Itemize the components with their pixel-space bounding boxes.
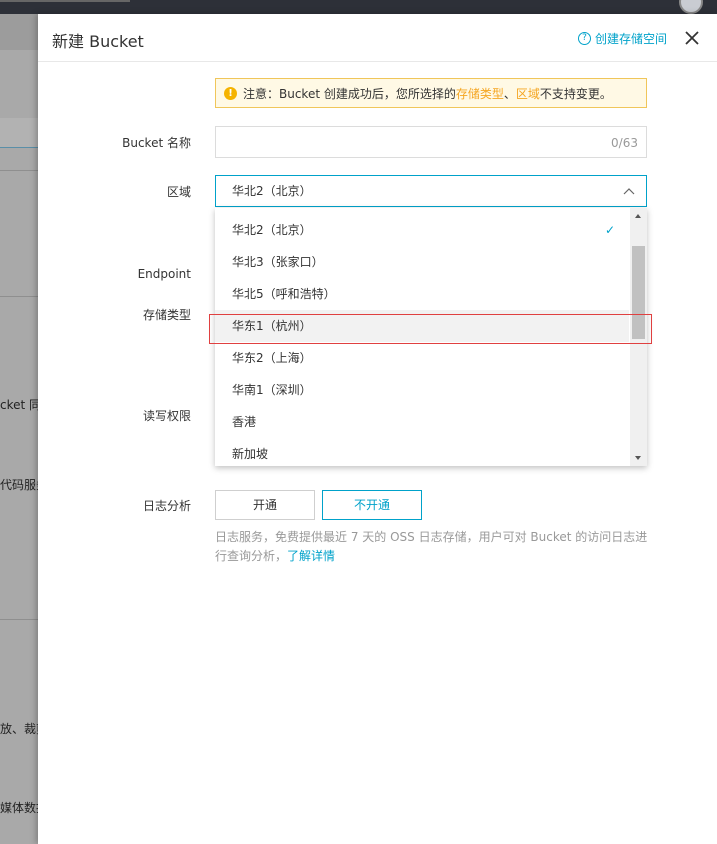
log-disable-button[interactable]: 不开通 [322,490,422,520]
region-dropdown: 华北2（北京） ✓ 华北3（张家口） 华北5（呼和浩特） 华东1（杭州） 华东2… [215,208,647,466]
region-option[interactable]: 华北2（北京） ✓ [215,214,629,246]
top-navigation-bar [0,0,717,14]
create-bucket-panel: 新建 Bucket ? 创建存储空间 ! 注意：Bucket 创建成功后，您所选… [38,14,717,844]
dropdown-scrollbar[interactable] [630,208,647,466]
loading-indicator [0,0,130,2]
region-select[interactable]: 华北2（北京） [215,175,647,207]
region-option[interactable]: 华南1（深圳） [215,374,629,406]
log-description: 日志服务，免费提供最近 7 天的 OSS 日志存储，用户可对 Bucket 的访… [215,530,648,563]
log-enable-button[interactable]: 开通 [215,490,315,520]
learn-more-link[interactable]: 了解详情 [287,549,335,563]
endpoint-label: Endpoint [137,267,191,281]
bucket-name-input[interactable]: 0/63 [215,126,647,158]
region-option[interactable]: 华北5（呼和浩特） [215,278,629,310]
region-option[interactable]: 香港 [215,406,629,438]
background-band [0,14,38,50]
log-analysis-label: 日志分析 [142,499,191,513]
divider [0,619,38,620]
divider [0,296,38,297]
check-icon: ✓ [604,223,615,237]
scroll-up-icon[interactable] [635,214,641,218]
panel-header: 新建 Bucket ? 创建存储空间 [38,14,717,62]
region-option[interactable]: 新加坡 [215,438,629,466]
background-text: 放、裁剪 [0,722,38,736]
scroll-thumb[interactable] [632,246,645,339]
region-option[interactable]: 华东2（上海） [215,342,629,374]
region-option-hovered[interactable]: 华东1（杭州） [215,310,629,342]
help-link-label: 创建存储空间 [595,32,668,46]
background-text: 媒体数据 [0,801,38,815]
background-page: cket 同 代码服务 放、裁剪 媒体数据 [0,14,38,844]
notice-text: 注意：Bucket 创建成功后，您所选择的存储类型、区域不支持变更。 [243,86,612,101]
region-option[interactable]: 华北3（张家口） [215,246,629,278]
question-circle-icon: ? [578,32,591,45]
char-counter: 0/63 [611,136,638,150]
background-text: cket 同 [0,398,38,412]
background-selected-row [0,118,38,148]
storage-class-label: 存储类型 [142,308,191,322]
region-label: 区域 [166,185,191,199]
warning-notice: ! 注意：Bucket 创建成功后，您所选择的存储类型、区域不支持变更。 [215,78,647,108]
chevron-up-icon [623,188,635,195]
help-link[interactable]: ? 创建存储空间 [578,30,667,47]
background-text: 代码服务 [0,478,38,492]
region-select-value: 华北2（北京） [232,184,312,198]
user-avatar[interactable] [679,0,703,14]
close-button[interactable] [682,28,702,48]
panel-title: 新建 Bucket [52,32,144,51]
acl-label: 读写权限 [142,409,191,423]
bucket-name-label: Bucket 名称 [122,136,191,150]
close-icon [685,31,699,45]
divider [0,170,38,171]
scroll-down-icon[interactable] [635,456,641,460]
warning-icon: ! [224,86,237,100]
